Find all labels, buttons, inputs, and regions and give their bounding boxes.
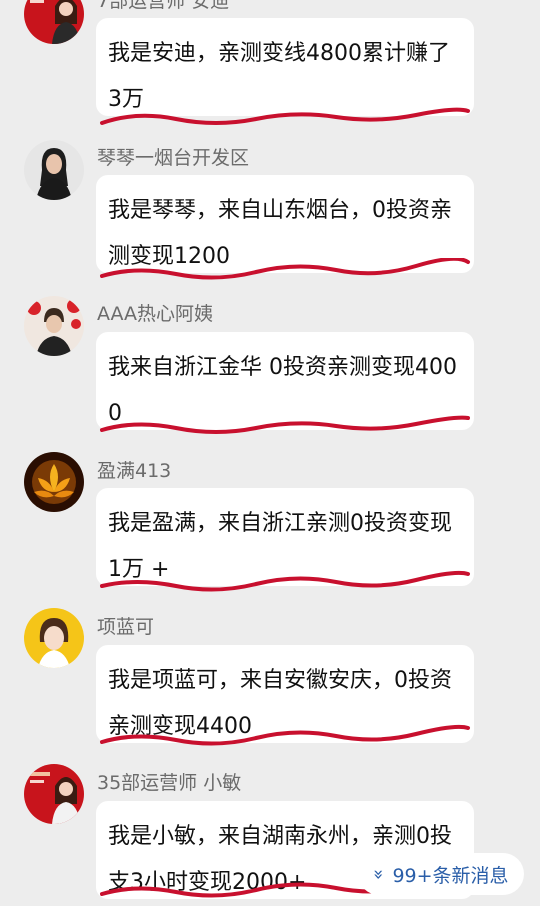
- message-text: 我是琴琴，来自山东烟台，0投资亲测变现1200: [108, 198, 452, 269]
- woman-yellow-bg-icon: [24, 608, 84, 668]
- avatar[interactable]: [24, 296, 84, 356]
- double-chevron-down-icon: »: [368, 868, 390, 880]
- golden-lotus-icon: [24, 452, 84, 512]
- woman-red-poster-icon: [24, 0, 84, 44]
- message-text: 我是安迪，亲测变线4800累计赚了3万: [108, 41, 450, 112]
- message-text: 我来自浙江金华 0投资亲测变现4000: [108, 355, 457, 426]
- avatar[interactable]: [24, 140, 84, 200]
- message-bubble[interactable]: 我是安迪，亲测变线4800累计赚了3万: [96, 18, 474, 116]
- sender-name: 琴琴一烟台开发区: [97, 147, 250, 169]
- avatar[interactable]: [24, 0, 84, 44]
- sender-name: 项蓝可: [97, 616, 155, 638]
- sender-name: AAA热心阿姨: [97, 303, 214, 325]
- message-text: 我是盈满，来自浙江亲测0投资变现1万 +: [108, 511, 452, 582]
- avatar[interactable]: [24, 452, 84, 512]
- message-bubble[interactable]: 我来自浙江金华 0投资亲测变现4000: [96, 332, 474, 430]
- message-bubble[interactable]: 我是琴琴，来自山东烟台，0投资亲测变现1200: [96, 175, 474, 273]
- woman-portrait-icon: [24, 140, 84, 200]
- new-messages-label: 99+条新消息: [392, 864, 509, 887]
- message-bubble[interactable]: 我是项蓝可，来自安徽安庆，0投资亲测变现4400: [96, 645, 474, 743]
- new-messages-button[interactable]: » 99+条新消息: [358, 853, 524, 895]
- sender-name: 7部运营师 安迪: [97, 0, 230, 12]
- avatar[interactable]: [24, 764, 84, 824]
- sender-name: 盈满413: [97, 460, 172, 482]
- message-bubble[interactable]: 我是盈满，来自浙江亲测0投资变现1万 +: [96, 488, 474, 586]
- avatar[interactable]: [24, 608, 84, 668]
- sender-name: 35部运营师 小敏: [97, 772, 242, 794]
- message-text: 我是项蓝可，来自安徽安庆，0投资亲测变现4400: [108, 668, 452, 739]
- woman-red-poster-icon: [24, 764, 84, 824]
- man-lanterns-icon: [24, 296, 84, 356]
